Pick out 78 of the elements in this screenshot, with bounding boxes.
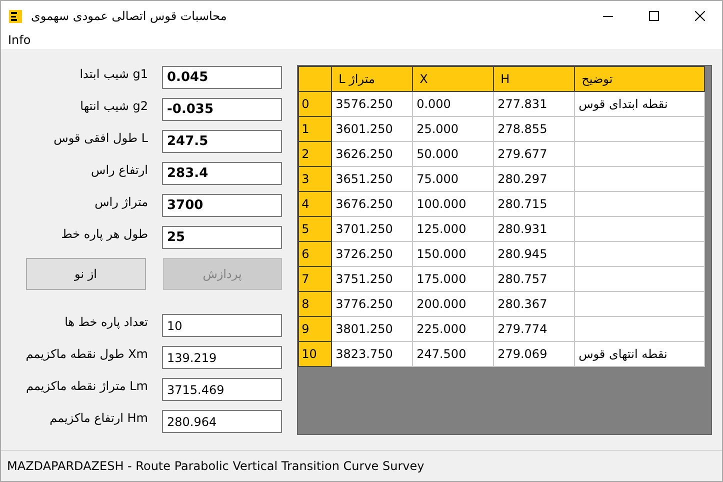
input-field[interactable]: 25 [162,226,282,249]
field-label: g2 شیب انتها [79,98,148,113]
table-cell: 50.000 [412,142,494,166]
input-field[interactable]: 139.219 [162,346,282,369]
input-field[interactable]: 0.045 [162,66,282,89]
input-field[interactable]: 3715.469 [162,378,282,401]
input-field[interactable]: 247.5 [162,130,282,153]
row-header: 10 [298,342,332,366]
table-cell: 247.500 [412,342,494,366]
table-cell: 150.000 [412,242,494,266]
window-title: محاسبات قوس اتصالی عمودی سهموی [31,9,227,23]
table-cell: 3651.250 [331,166,412,192]
table-cell: 3576.250 [331,92,412,116]
table-cell: 225.000 [412,316,494,342]
table-cell: 25.000 [412,116,494,142]
table-cell: 277.831 [493,92,574,116]
row-header: 3 [298,166,332,192]
input-field[interactable]: -0.035 [162,98,282,121]
row-header: 6 [298,242,332,266]
app-icon [9,10,22,22]
table-cell: 125.000 [412,216,494,242]
table-cell: 0.000 [412,92,494,116]
table-cell: 279.774 [493,316,574,342]
table-cell: 3601.250 [331,116,412,142]
column-header: X [412,66,494,92]
row-header: 5 [298,216,332,242]
table-cell: 3726.250 [331,242,412,266]
input-field[interactable]: 3700 [162,194,282,217]
table-cell: 280.931 [493,216,574,242]
table-cell: 3823.750 [331,342,412,366]
field-label: Lm متراژ نقطه ماکزیمم [25,378,148,393]
input-field[interactable]: 283.4 [162,162,282,185]
table-cell: نقطه ابتدای قوس [574,92,704,116]
table-cell: 3776.250 [331,292,412,316]
table-cell: 280.715 [493,192,574,216]
table-cell: نقطه انتهای قوس [574,342,704,366]
column-header: متراژ L [331,66,412,92]
table-cell: 279.069 [493,342,574,366]
column-header: H [493,66,574,92]
maximize-icon[interactable] [649,11,659,21]
table-cell: 3676.250 [331,192,412,216]
field-label: Hm ارتفاع ماکزیمم [48,410,148,425]
table-cell: 3801.250 [331,316,412,342]
row-header: 1 [298,116,332,142]
table-cell: 280.367 [493,292,574,316]
row-header: 2 [298,142,332,166]
field-label: L طول افقی قوس [52,130,148,145]
table-cell: 75.000 [412,166,494,192]
field-label: تعداد پاره خط ها [64,314,148,329]
table-cell: 278.855 [493,116,574,142]
field-label: ارتفاع راس [90,162,148,177]
field-label: طول هر پاره خط [60,226,148,241]
input-field[interactable]: 10 [162,314,282,337]
row-header: 4 [298,192,332,216]
table-cell: 280.757 [493,266,574,292]
field-label: متراژ راس [94,194,148,209]
table-cell: 280.297 [493,166,574,192]
table-cell: 3701.250 [331,216,412,242]
status-text: MAZDAPARDAZESH - Route Parabolic Vertical Transition Curve Survey [1,450,722,481]
table-cell: 100.000 [412,192,494,216]
menu-item[interactable]: Info [8,33,31,47]
table-cell: 3626.250 [331,142,412,166]
close-icon[interactable] [695,11,705,21]
table-cell: 3751.250 [331,266,412,292]
table-cell: 175.000 [412,266,494,292]
header-cell [298,66,332,92]
table-cell: 279.677 [493,142,574,166]
row-header: 0 [298,92,332,116]
table-cell: 200.000 [412,292,494,316]
field-label: Xm طول نقطه ماکزیمم [24,346,148,361]
row-header: 7 [298,266,332,292]
column-header: توضیح [574,66,704,92]
field-label: g1 شیب ابتدا [78,66,148,81]
button[interactable]: از نو [26,258,146,290]
row-header: 8 [298,292,332,316]
input-field[interactable]: 280.964 [162,410,282,433]
row-header: 9 [298,316,332,342]
table-cell: 280.945 [493,242,574,266]
